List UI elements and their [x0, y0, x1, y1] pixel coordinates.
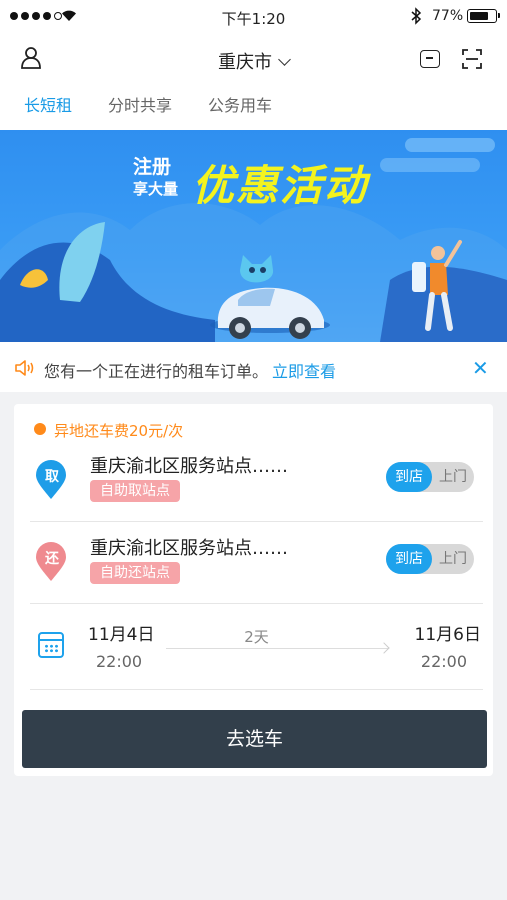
return-door-option[interactable]: 上门: [432, 544, 474, 574]
pickup-store-option[interactable]: 到店: [386, 462, 432, 492]
order-notice: 您有一个正在进行的租车订单。 立即查看 ✕: [0, 342, 507, 392]
speaker-icon: [15, 360, 34, 376]
return-row[interactable]: 还 重庆渝北区服务站点…… 自助还站点 到店 上门: [30, 522, 483, 604]
tab-business-car[interactable]: 公务用车: [208, 92, 272, 116]
choose-car-button[interactable]: 去选车: [22, 710, 487, 768]
start-time[interactable]: 22:00: [96, 652, 142, 671]
arrow-right-icon: [166, 648, 388, 649]
battery-icon: [467, 9, 500, 23]
status-bar: 下午1:20 77%: [0, 0, 507, 34]
return-badge: 还: [45, 551, 59, 567]
return-mode-toggle[interactable]: 到店 上门: [386, 544, 474, 574]
header: 重庆市 长短租 分时共享 公务用车: [0, 34, 507, 130]
return-store-option[interactable]: 到店: [386, 544, 432, 574]
end-time[interactable]: 22:00: [421, 652, 467, 671]
pickup-door-option[interactable]: 上门: [432, 462, 474, 492]
return-tag: 自助还站点: [90, 562, 180, 584]
banner-title: 优惠活动: [192, 161, 369, 210]
chevron-down-icon: [278, 53, 291, 66]
tab-long-short-rent[interactable]: 长短租: [24, 92, 72, 116]
banner-line1: 注册: [133, 156, 172, 178]
scan-icon[interactable]: [462, 49, 482, 69]
rental-form-card: 异地还车费20元/次 取 重庆渝北区服务站点…… 自助取站点 到店 上门 还 重…: [14, 404, 493, 776]
status-time: 下午1:20: [221, 10, 286, 28]
battery-fill: [469, 11, 488, 20]
pickup-badge: 取: [45, 469, 59, 485]
banner-line2: 享大量: [133, 180, 179, 198]
end-date[interactable]: 11月6日: [415, 620, 481, 645]
battery-percent: 77%: [432, 8, 464, 24]
view-order-link[interactable]: 立即查看: [272, 362, 336, 381]
message-icon[interactable]: [420, 50, 440, 68]
tab-timeshare[interactable]: 分时共享: [108, 92, 172, 116]
return-location[interactable]: 重庆渝北区服务站点……: [90, 534, 288, 560]
pickup-mode-toggle[interactable]: 到店 上门: [386, 462, 474, 492]
close-icon[interactable]: ✕: [472, 356, 489, 380]
fee-note: 异地还车费20元/次: [54, 422, 184, 440]
city-label: 重庆市: [218, 52, 272, 73]
fee-dot-icon: [34, 423, 46, 435]
pickup-row[interactable]: 取 重庆渝北区服务站点…… 自助取站点 到店 上门: [30, 440, 483, 522]
promo-banner[interactable]: 注册 享大量 优惠活动: [0, 130, 507, 342]
service-tabs: 长短租 分时共享 公务用车: [24, 92, 272, 116]
notice-text: 您有一个正在进行的租车订单。 立即查看: [44, 358, 336, 382]
pickup-tag: 自助取站点: [90, 480, 180, 502]
notice-message: 您有一个正在进行的租车订单。: [44, 362, 269, 381]
bluetooth-icon: [411, 7, 422, 25]
date-range-row[interactable]: 11月4日 22:00 2天 11月6日 22:00: [30, 604, 483, 690]
pickup-location[interactable]: 重庆渝北区服务站点……: [90, 452, 288, 478]
